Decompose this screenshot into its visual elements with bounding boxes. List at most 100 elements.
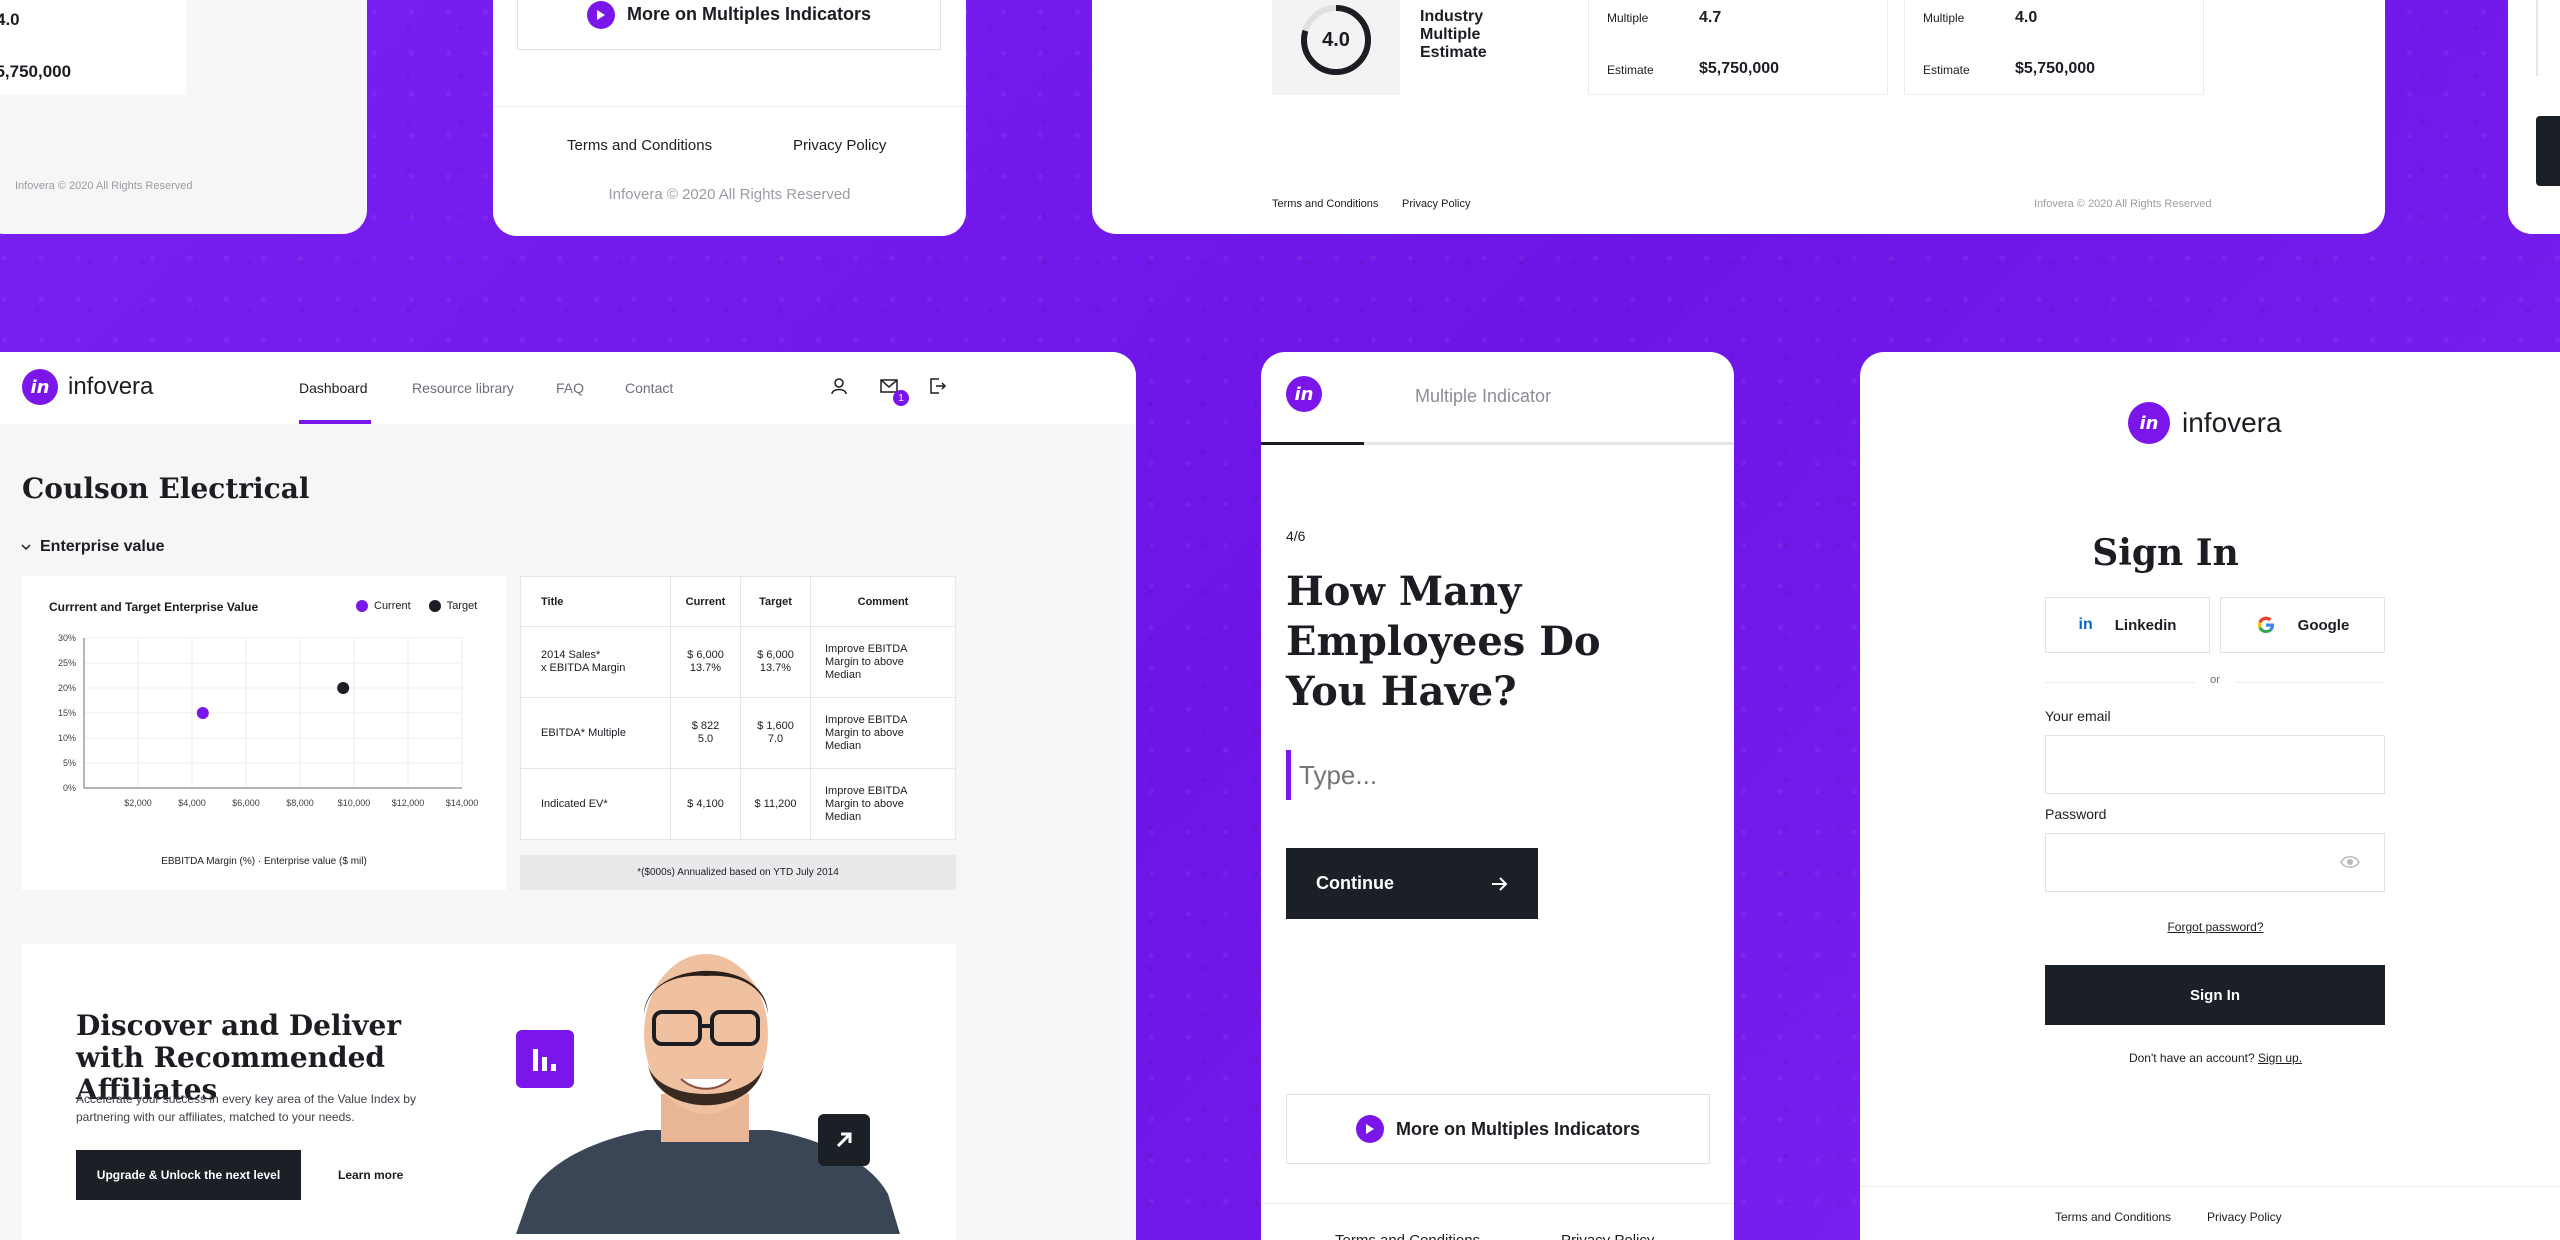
brand-name: infovera — [2182, 407, 2282, 438]
privacy-link[interactable]: Privacy Policy — [793, 137, 886, 154]
multiple-value: 4.7 — [1699, 9, 1722, 26]
continue-button[interactable]: Continue — [1286, 848, 1538, 919]
mail-icon[interactable]: 1 — [879, 376, 909, 406]
question-title: How Many Employees Do You Have? — [1286, 568, 1601, 715]
forgot-password-link[interactable]: Forgot password? — [1860, 920, 2560, 934]
table-cell: 2014 Sales* x EBITDA Margin — [520, 626, 671, 698]
multiple-label: Multiple — [1607, 11, 1649, 25]
brand-logo[interactable]: in infovera — [22, 369, 153, 405]
legend-label-current: Current — [374, 600, 411, 612]
x-tick-label: $14,000 — [446, 798, 479, 808]
copyright: Infovera © 2020 All Rights Reserved — [15, 180, 193, 192]
table-cell: $ 1,600 7.0 — [740, 697, 811, 769]
y-tick-label: 5% — [63, 758, 76, 768]
mail-badge: 1 — [893, 390, 909, 406]
privacy-link[interactable]: Privacy Policy — [1402, 198, 1470, 210]
google-button[interactable]: Google — [2220, 597, 2385, 653]
gauge-label: Industry Multiple Estimate — [1420, 8, 1487, 62]
data-point-current — [196, 707, 209, 719]
privacy-link[interactable]: Privacy Policy — [1561, 1232, 1654, 1240]
table-row: Indicated EV* $ 4,100 $ 11,200 Improve EBIT… — [520, 768, 956, 840]
brand-logo[interactable]: in infovera — [2128, 402, 2282, 444]
chart-panel: Currrent and Target Enterprise Value Cur… — [22, 576, 506, 890]
y-tick-label: 20% — [58, 683, 76, 693]
email-field[interactable] — [2045, 735, 2385, 794]
table-cell: $ 11,200 — [740, 768, 811, 840]
linkedin-button[interactable]: in Linkedin — [2045, 597, 2210, 653]
table-cell: $ 4,100 — [670, 768, 741, 840]
google-label: Google — [2297, 616, 2350, 634]
top-mobile-card: More on Multiples Indicators Terms and C… — [493, 0, 966, 236]
signup-prompt: Don't have an account? Sign up. — [1860, 1051, 2560, 1065]
continue-label: Continue — [1316, 873, 1394, 893]
legend-swatch-target — [428, 600, 441, 612]
terms-link[interactable]: Terms and Conditions — [2055, 1210, 2171, 1224]
nav-dashboard[interactable]: Dashboard — [299, 380, 368, 396]
estimate-box: 4.0 $5,750,000 — [0, 0, 186, 95]
more-multiples-label: More on Multiples Indicators — [1395, 1118, 1641, 1139]
signin-button[interactable]: Sign In — [2045, 965, 2385, 1025]
signin-card: in infovera Sign In in Linkedin Google o… — [1860, 352, 2560, 1240]
employees-input[interactable] — [1299, 752, 1699, 798]
mobile-question-card: in Multiple Indicator 4/6 How Many Emplo… — [1261, 352, 1734, 1240]
estimate-value: $5,750,000 — [2015, 60, 2096, 77]
nav-active-indicator — [299, 420, 371, 424]
nav-contact[interactable]: Contact — [625, 380, 673, 396]
password-label: Password — [2045, 806, 2107, 822]
section-toggle[interactable]: Enterprise value — [20, 538, 165, 556]
table-cell: $ 822 5.0 — [670, 697, 741, 769]
top-right-card — [2508, 0, 2560, 234]
table-cell: Improve EBITDA Margin to above Median — [810, 626, 956, 698]
gauge-value: 4.0 — [1322, 28, 1350, 51]
signup-link[interactable]: Sign up. — [2258, 1051, 2302, 1065]
section-title: Enterprise value — [40, 538, 165, 555]
table-cell: EBITDA* Multiple — [520, 697, 671, 769]
y-tick-label: 25% — [58, 658, 76, 668]
more-multiples-button[interactable]: More on Multiples Indicators — [517, 0, 941, 50]
x-tick-label: $10,000 — [338, 798, 371, 808]
nav-resource-library[interactable]: Resource library — [412, 380, 514, 396]
terms-link[interactable]: Terms and Conditions — [567, 137, 712, 154]
table-footnote: *($000s) Annualized based on YTD July 20… — [520, 855, 956, 890]
upgrade-button[interactable]: Upgrade & Unlock the next level — [76, 1150, 301, 1200]
ev-table: Title Current Target Comment 2014 Sales*… — [520, 576, 956, 840]
x-tick-label: $6,000 — [232, 798, 260, 808]
multiple-box: Multiple 4.7 Estimate $5,750,000 — [1588, 0, 1888, 95]
legend-label-target: Target — [446, 600, 478, 612]
ev-table-panel: Title Current Target Comment 2014 Sales*… — [520, 576, 956, 840]
arrow-up-right-icon[interactable] — [818, 1114, 870, 1166]
learn-more-link[interactable]: Learn more — [338, 1168, 403, 1182]
copyright: Infovera © 2020 All Rights Reserved — [2034, 198, 2212, 210]
step-counter: 4/6 — [1286, 528, 1306, 544]
page-title: Coulson Electrical — [22, 472, 310, 505]
play-icon — [586, 0, 615, 29]
table-cell: $ 6,000 13.7% — [670, 626, 741, 698]
col-header-title: Title — [520, 576, 671, 627]
terms-link[interactable]: Terms and Conditions — [1335, 1232, 1480, 1240]
top-wide-card: 4.0 Industry Multiple Estimate Multiple … — [1092, 0, 2385, 234]
x-tick-label: $8,000 — [286, 798, 314, 808]
terms-link[interactable]: Terms and Conditions — [1272, 198, 1378, 210]
nav-faq[interactable]: FAQ — [556, 380, 584, 396]
logo-icon[interactable]: in — [1286, 376, 1322, 412]
y-tick-label: 10% — [58, 733, 76, 743]
table-cell: Indicated EV* — [520, 768, 671, 840]
copyright: Infovera © 2020 All Rights Reserved — [608, 186, 851, 203]
password-field[interactable] — [2045, 833, 2385, 892]
multiple-box: Multiple 4.0 Estimate $5,750,000 — [1904, 0, 2204, 95]
more-multiples-button[interactable]: More on Multiples Indicators — [1286, 1094, 1710, 1164]
user-icon[interactable] — [829, 376, 849, 401]
multiple-value: 4.0 — [0, 10, 20, 29]
eye-icon[interactable] — [2340, 854, 2360, 870]
portrait-photo — [516, 944, 900, 1234]
input-cursor — [1286, 750, 1291, 800]
email-label: Your email — [2045, 708, 2111, 724]
data-point-target — [337, 682, 350, 694]
header-title: Multiple Indicator — [1415, 386, 1552, 406]
dashboard-card: in infovera Dashboard Resource library F… — [0, 352, 1136, 1240]
logout-icon[interactable] — [927, 376, 947, 401]
col-header-comment: Comment — [810, 576, 956, 627]
privacy-link[interactable]: Privacy Policy — [2207, 1210, 2282, 1224]
gauge-box: 4.0 — [1272, 0, 1400, 95]
dark-button[interactable] — [2536, 116, 2560, 186]
